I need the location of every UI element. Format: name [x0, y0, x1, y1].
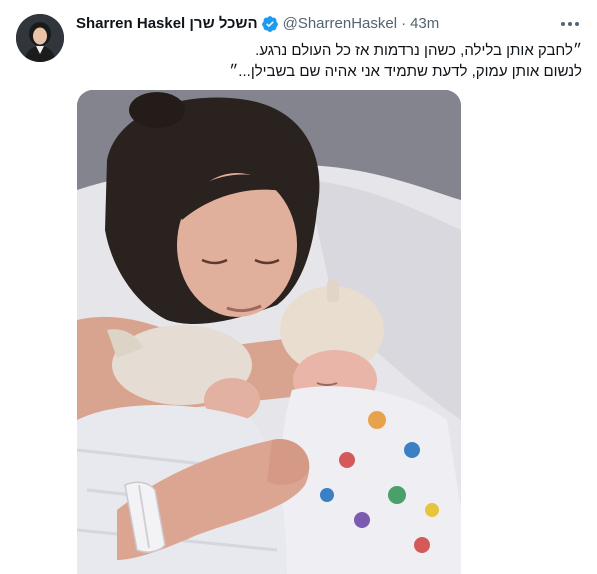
avatar-image [16, 14, 64, 62]
tweet-text-line: לנשום אותן עמוק, לדעת שתמיד אני אהיה שם … [229, 63, 582, 80]
author-name[interactable]: Sharren Haskel השכל שרן [76, 14, 258, 34]
photo-image [77, 90, 461, 574]
tweet-timestamp[interactable]: 43m [410, 14, 439, 34]
author-handle[interactable]: @SharrenHaskel [283, 14, 397, 34]
verified-badge-icon [261, 15, 279, 33]
tweet-header: Sharren Haskel השכל שרן @SharrenHaskel ·… [76, 14, 581, 34]
tweet-text: ״לחבק אותן בלילה, כשהן נרדמות אז כל העול… [76, 40, 582, 82]
tweet[interactable]: Sharren Haskel השכל שרן @SharrenHaskel ·… [0, 0, 597, 574]
tweet-photo[interactable] [77, 90, 461, 574]
separator-dot: · [401, 15, 407, 32]
more-options-icon[interactable] [559, 14, 581, 34]
avatar[interactable] [16, 14, 64, 62]
tweet-text-line: ״לחבק אותן בלילה, כשהן נרדמות אז כל העול… [255, 42, 582, 59]
